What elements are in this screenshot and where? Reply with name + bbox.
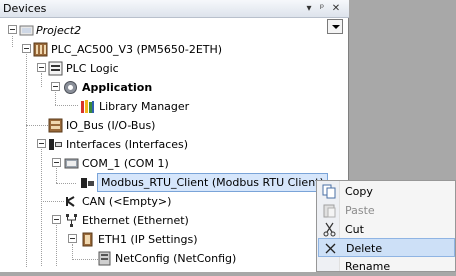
library-icon	[81, 100, 94, 113]
cut-label: Cut	[345, 223, 364, 236]
tree-item-project[interactable]: Project2	[0, 21, 300, 40]
delete-icon	[325, 243, 336, 254]
eth-port-icon	[82, 232, 93, 247]
modbus-label: Modbus_RTU_Client (Modbus RTU Client)	[97, 173, 328, 192]
menu-item-cut[interactable]: Cut	[318, 220, 455, 239]
menu-item-delete[interactable]: Delete	[318, 238, 455, 257]
project-label: Project2	[36, 24, 82, 37]
eth1-label: ETH1 (IP Settings)	[98, 233, 198, 246]
com1-label: COM_1 (COM 1)	[82, 157, 169, 170]
project-icon	[19, 25, 34, 36]
panel-titlebar: Devices ▾ ᵖ ✕	[0, 0, 349, 18]
library-manager-label: Library Manager	[99, 100, 190, 113]
copy-icon	[322, 184, 336, 199]
tree-item-plc[interactable]: PLC_AC500_V3 (PM5650-2ETH)	[0, 40, 300, 59]
gear-icon	[64, 81, 77, 94]
devices-panel: Devices ▾ ᵖ ✕ Project2 PLC_AC500_V3 (PM5…	[0, 0, 349, 272]
paste-icon	[323, 204, 336, 218]
plc-device-icon	[33, 42, 48, 57]
tree-item-ethernet[interactable]: Ethernet (Ethernet)	[0, 211, 300, 230]
panel-title: Devices	[3, 2, 47, 15]
serial-port-icon	[64, 158, 79, 169]
modbus-device-icon	[81, 178, 94, 188]
cut-icon	[323, 222, 336, 237]
io-bus-icon	[48, 118, 63, 133]
interfaces-icon	[49, 139, 62, 150]
collapse-icon[interactable]	[52, 215, 61, 224]
tree-item-interfaces[interactable]: Interfaces (Interfaces)	[0, 135, 300, 154]
netconfig-icon	[98, 251, 111, 266]
can-icon	[66, 196, 75, 207]
context-menu: Copy Paste Cut Delete Rename	[316, 180, 456, 273]
collapse-icon[interactable]	[8, 25, 17, 34]
ethernet-icon	[66, 214, 77, 227]
tree-item-application[interactable]: Application	[0, 78, 300, 97]
application-label: Application	[82, 81, 153, 94]
io-bus-label: IO_Bus (I/O-Bus)	[66, 119, 156, 132]
pin-icon[interactable]: ᵖ	[316, 2, 328, 15]
collapse-icon[interactable]	[37, 139, 46, 148]
ethernet-label: Ethernet (Ethernet)	[82, 214, 189, 227]
tree-item-com1[interactable]: COM_1 (COM 1)	[0, 154, 300, 173]
tree-item-io-bus[interactable]: IO_Bus (I/O-Bus)	[0, 116, 300, 135]
paste-label: Paste	[345, 204, 375, 217]
tree-item-library-manager[interactable]: Library Manager	[0, 97, 300, 116]
menu-item-rename[interactable]: Rename	[318, 257, 455, 276]
collapse-icon[interactable]	[68, 234, 77, 243]
can-label: CAN (<Empty>)	[82, 195, 172, 208]
dropdown-arrow-icon[interactable]: ▾	[303, 2, 315, 15]
close-icon[interactable]: ✕	[330, 2, 342, 15]
tree-item-plc-logic[interactable]: PLC Logic	[0, 59, 300, 78]
rename-label: Rename	[345, 260, 391, 273]
menu-item-paste[interactable]: Paste	[318, 201, 455, 220]
tree-item-modbus-rtu-client[interactable]: Modbus_RTU_Client (Modbus RTU Client)	[0, 173, 330, 192]
copy-label: Copy	[345, 185, 373, 198]
netconfig-label: NetConfig (NetConfig)	[115, 252, 237, 265]
collapse-icon[interactable]	[52, 158, 61, 167]
plc-logic-icon	[48, 61, 63, 76]
plc-logic-label: PLC Logic	[66, 62, 119, 75]
plc-label: PLC_AC500_V3 (PM5650-2ETH)	[51, 43, 223, 56]
tree-item-netconfig[interactable]: NetConfig (NetConfig)	[0, 249, 300, 268]
interfaces-label: Interfaces (Interfaces)	[66, 138, 189, 151]
tree-menu-button[interactable]	[327, 19, 343, 34]
collapse-icon[interactable]	[22, 44, 31, 53]
delete-label: Delete	[346, 242, 383, 255]
tree-item-can[interactable]: CAN (<Empty>)	[0, 192, 300, 211]
collapse-icon[interactable]	[37, 63, 46, 72]
menu-item-copy[interactable]: Copy	[318, 182, 455, 201]
collapse-icon[interactable]	[51, 82, 60, 91]
tree-item-eth1[interactable]: ETH1 (IP Settings)	[0, 230, 300, 249]
